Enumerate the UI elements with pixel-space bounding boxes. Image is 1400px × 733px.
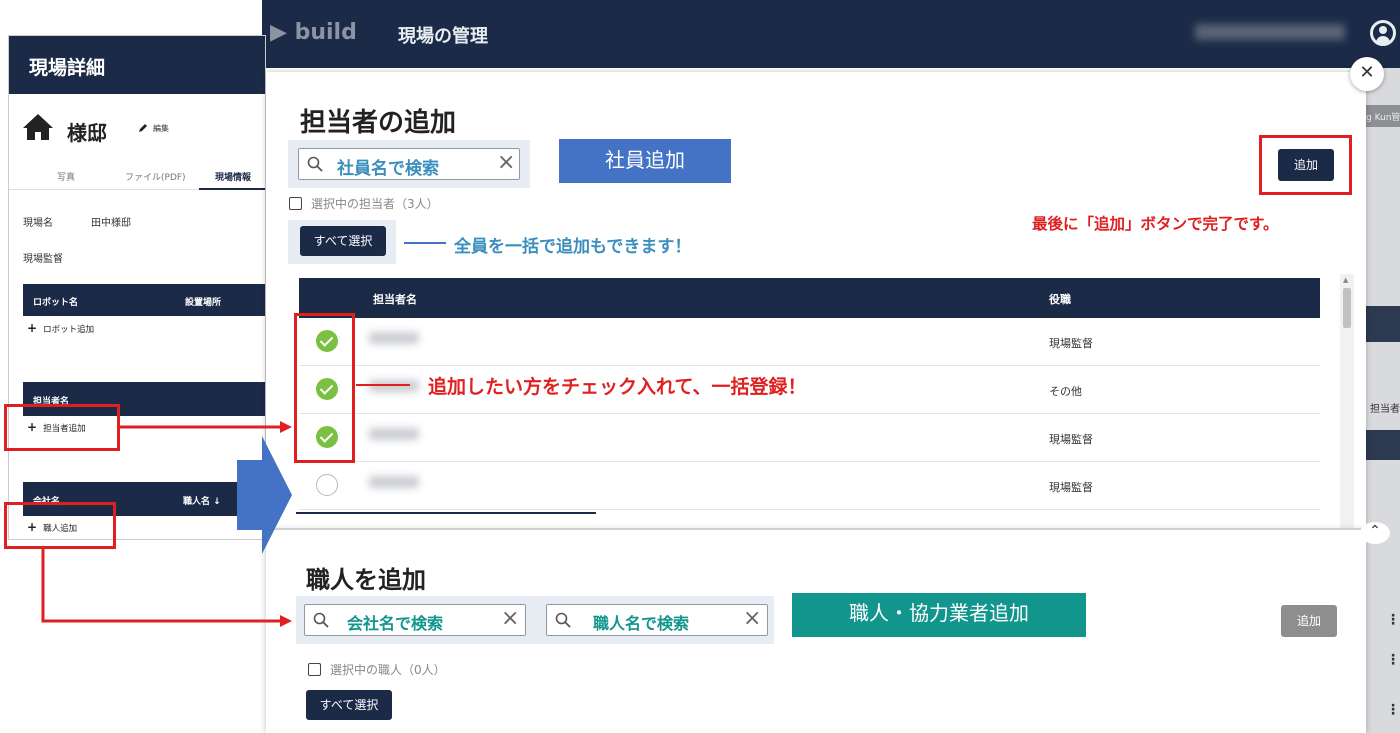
staff-search-input[interactable]: 社員名で検索 × — [298, 148, 520, 180]
site-field-label: 現場名 — [23, 218, 53, 229]
worker-add-callout: 職人・協力業者追加 — [792, 593, 1086, 637]
pencil-icon[interactable] — [137, 122, 149, 134]
add-robot-button[interactable]: + ロボット追加 — [27, 321, 94, 335]
background-strip-text: g Kun管 — [1366, 113, 1400, 123]
home-icon — [23, 114, 53, 140]
select-all-button[interactable]: すべて選択 — [300, 226, 386, 256]
staff-role: 現場監督 — [1049, 481, 1093, 494]
search-wrapper: 社員名で検索 × — [288, 140, 530, 188]
collapse-icon[interactable]: ⌃ — [1360, 522, 1390, 544]
add-button-highlight — [1259, 135, 1352, 195]
add-staff-modal: 担当者の追加 社員名で検索 × 選択中の担当者（3人） すべて選択 追加 担当者… — [266, 72, 1366, 528]
robot-col-name: ロボット名 — [33, 298, 79, 308]
annotation-line — [356, 384, 410, 386]
staff-name-blurred — [369, 476, 419, 488]
staff-name-blurred — [369, 380, 419, 392]
staff-role: 現場監督 — [1049, 337, 1093, 350]
selected-count: 選択中の担当者（3人） — [311, 197, 439, 211]
selected-count: 選択中の職人（0人） — [330, 663, 446, 677]
scroll-thumb[interactable] — [1343, 288, 1351, 328]
staff-add-callout: 社員追加 — [559, 139, 731, 183]
table-row[interactable]: 現場監督 — [299, 414, 1320, 462]
search-placeholder: 会社名で検索 — [347, 614, 444, 633]
search-wrapper: 会社名で検索 × — [296, 596, 538, 644]
check-note: 追加したい方をチェック入れて、一括登録！ — [428, 376, 807, 398]
site-name: 様邸 — [67, 121, 107, 145]
select-all-wrapper: すべて選択 — [288, 220, 396, 264]
clear-icon[interactable]: × — [501, 606, 519, 631]
company-search-input[interactable]: 会社名で検索 × — [304, 604, 526, 636]
app-title: 現場の管理 — [398, 26, 488, 47]
supervisor-label: 現場監督 — [23, 254, 63, 265]
tab-site-info[interactable]: 現場情報 — [215, 170, 251, 183]
user-account-icon[interactable] — [1370, 20, 1396, 46]
background-strip — [1366, 430, 1400, 460]
panel-title: 現場詳細 — [29, 57, 106, 79]
arrow-line — [41, 549, 280, 623]
add-worker-highlight — [4, 502, 116, 549]
col-role: 役職 — [1049, 293, 1071, 306]
user-name-blurred — [1195, 24, 1345, 40]
edit-link[interactable]: 編集 — [153, 123, 169, 134]
site-field-value: 田中様邸 — [91, 218, 131, 229]
plus-icon: + — [27, 321, 38, 335]
table-row[interactable]: 現場監督 — [299, 462, 1320, 510]
select-all-button[interactable]: すべて選択 — [306, 690, 392, 720]
app-logo-text: build — [294, 20, 357, 45]
robot-table-header: ロボット名 設置場所 — [23, 284, 265, 316]
selected-checkbox[interactable] — [289, 197, 302, 210]
site-detail-panel: 現場詳細 様邸 編集 写真 ファイル(PDF) 現場情報 現場名 田中様邸 現場… — [8, 35, 266, 540]
search-icon — [555, 612, 571, 628]
tab-files[interactable]: ファイル(PDF) — [125, 170, 186, 183]
background-strip-text: 担当者追 — [1370, 404, 1400, 415]
scroll-up-icon[interactable]: ▲ — [1343, 276, 1348, 284]
selected-checkbox[interactable] — [308, 663, 321, 676]
close-icon[interactable]: ✕ — [1350, 57, 1384, 91]
worker-search-input[interactable]: 職人名で検索 × — [546, 604, 768, 636]
finish-note: 最後に「追加」ボタンで完了です。 — [1032, 215, 1279, 233]
clear-icon[interactable]: × — [743, 606, 761, 631]
background-strip — [1366, 306, 1400, 342]
add-worker-submit-button[interactable]: 追加 — [1281, 605, 1337, 637]
staff-role: その他 — [1049, 385, 1082, 398]
col-staff-name: 担当者名 — [373, 293, 417, 306]
app-logo: ▶ build — [270, 20, 357, 45]
more-icon[interactable]: ⋮ — [1386, 702, 1400, 718]
staff-role: 現場監督 — [1049, 433, 1093, 446]
tab-photos[interactable]: 写真 — [57, 170, 75, 183]
search-wrapper: 職人名で検索 × — [538, 596, 774, 644]
modal-title: 担当者の追加 — [300, 108, 457, 138]
checkbox-highlight — [294, 313, 355, 463]
table-row[interactable]: 現場監督 — [299, 318, 1320, 366]
modal-title: 職人を追加 — [306, 566, 426, 594]
select-all-note: 全員を一括で追加もできます！ — [454, 237, 692, 257]
worker-col-name[interactable]: 職人名 ↓ — [183, 494, 221, 507]
search-icon — [307, 156, 323, 172]
table-divider — [296, 512, 596, 514]
annotation-line — [404, 242, 446, 244]
robot-col-location: 設置場所 — [185, 298, 222, 308]
more-icon[interactable]: ⋮ — [1386, 652, 1400, 668]
search-placeholder: 社員名で検索 — [337, 159, 439, 179]
search-placeholder: 職人名で検索 — [593, 614, 690, 633]
active-tab-indicator — [199, 188, 265, 190]
search-icon — [313, 612, 329, 628]
add-robot-label: ロボット追加 — [43, 325, 95, 335]
more-icon[interactable]: ⋮ — [1386, 612, 1400, 628]
staff-name-blurred — [369, 428, 419, 440]
unchecked-icon[interactable] — [316, 474, 338, 496]
panel-tabs: 写真 ファイル(PDF) 現場情報 — [9, 164, 265, 190]
clear-icon[interactable]: × — [497, 150, 515, 175]
staff-table-header: 担当者名 役職 — [299, 278, 1320, 318]
add-staff-highlight — [4, 404, 120, 451]
staff-name-blurred — [369, 332, 419, 344]
background-strip: g Kun管 — [1366, 105, 1400, 127]
table-scrollbar[interactable]: ▲ — [1340, 274, 1354, 528]
